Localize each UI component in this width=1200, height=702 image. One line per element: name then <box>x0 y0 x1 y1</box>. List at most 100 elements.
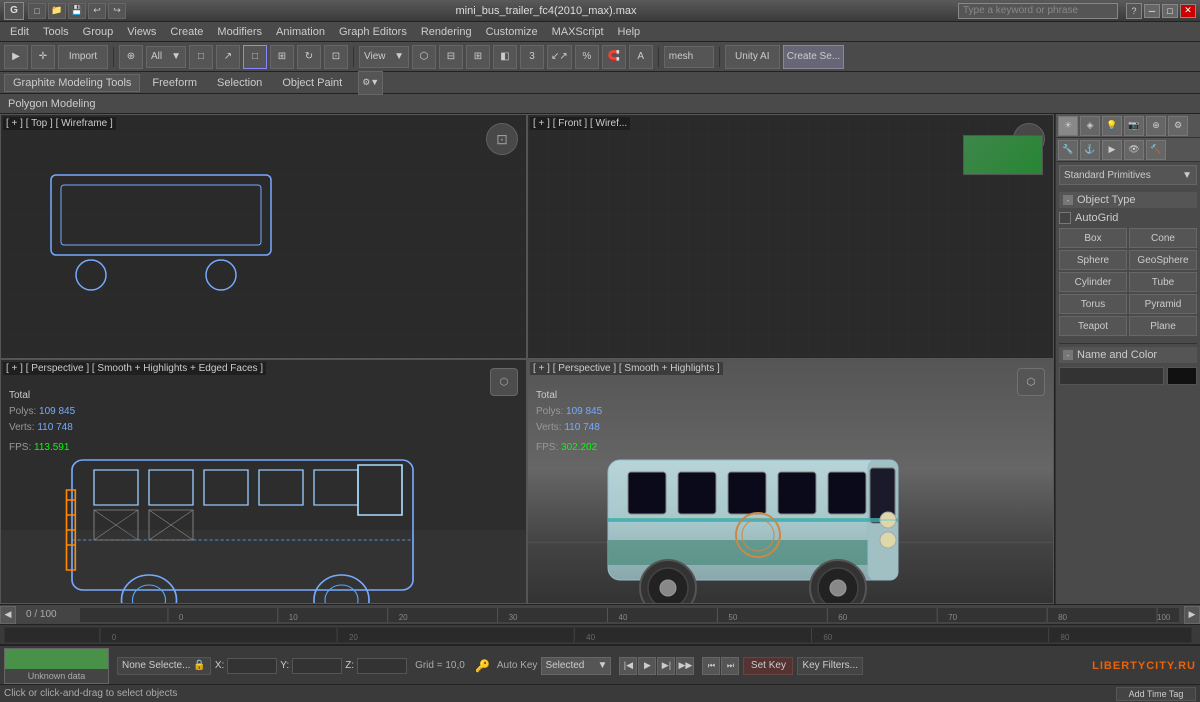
name-input[interactable] <box>1059 367 1164 385</box>
pb-extra-1[interactable]: ⏮ <box>702 657 720 675</box>
name-color-collapse[interactable]: - <box>1063 350 1073 360</box>
shapes-icon[interactable]: ◈ <box>1080 116 1100 136</box>
torus-button[interactable]: Torus <box>1059 294 1127 314</box>
add-time-tag-button[interactable]: Add Time Tag <box>1116 687 1196 701</box>
menu-graph-editors[interactable]: Graph Editors <box>333 24 413 40</box>
x-input[interactable] <box>227 658 277 674</box>
graphite-tab[interactable]: Graphite Modeling Tools <box>4 74 140 92</box>
lights-icon[interactable]: 💡 <box>1102 116 1122 136</box>
pyramid-button[interactable]: Pyramid <box>1129 294 1197 314</box>
z-input[interactable] <box>357 658 407 674</box>
snap-icon[interactable]: ⊕ <box>119 45 143 69</box>
play-forward-btn[interactable]: ▶| <box>657 657 675 675</box>
autogrid-checkbox[interactable] <box>1059 212 1071 224</box>
view-dropdown[interactable]: All▼ <box>146 46 186 68</box>
selection-tab[interactable]: Selection <box>209 75 270 91</box>
y-input[interactable] <box>292 658 342 674</box>
helpers-icon[interactable]: ⊕ <box>1146 116 1166 136</box>
menu-create[interactable]: Create <box>164 24 209 40</box>
tube-button[interactable]: Tube <box>1129 272 1197 292</box>
select-tool[interactable]: ▶ <box>4 45 28 69</box>
timeline-track[interactable]: 0 10 20 30 40 50 60 70 80 100 <box>79 607 1180 623</box>
pb-extra-2[interactable]: ⏭ <box>721 657 739 675</box>
motion-icon[interactable]: ▶ <box>1102 140 1122 160</box>
utilities-icon[interactable]: 🔨 <box>1146 140 1166 160</box>
maximize-button[interactable]: □ <box>1162 4 1178 18</box>
menu-customize[interactable]: Customize <box>480 24 544 40</box>
selection-tool[interactable]: □ <box>189 45 213 69</box>
more-tools-icon[interactable]: ⚙▼ <box>358 71 383 95</box>
rect-select[interactable]: □ <box>243 45 267 69</box>
viewport-bottom-left[interactable]: [ + ] [ Perspective ] [ Smooth + Highlig… <box>0 359 527 604</box>
viewport-bottom-right[interactable]: [ + ] [ Perspective ] [ Smooth + Highlig… <box>527 359 1054 604</box>
mesh-dropdown[interactable]: mesh <box>664 46 714 68</box>
camera-icon[interactable]: ⬡ <box>412 45 436 69</box>
timeline-next[interactable]: ▶ <box>1184 606 1200 624</box>
cylinder-button[interactable]: Cylinder <box>1059 272 1127 292</box>
import-button[interactable]: Import <box>58 45 108 69</box>
unity-button[interactable]: Unity AI <box>725 45 780 69</box>
object-paint-tab[interactable]: Object Paint <box>274 75 350 91</box>
systems-icon[interactable]: ⚙ <box>1168 116 1188 136</box>
timeline-prev[interactable]: ◀ <box>0 606 16 624</box>
undo-icon[interactable]: ↩ <box>88 3 106 19</box>
prev-frame-btn[interactable]: |◀ <box>619 657 637 675</box>
next-frame-btn[interactable]: ▶▶ <box>676 657 694 675</box>
menu-edit[interactable]: Edit <box>4 24 35 40</box>
key-filters-button[interactable]: Key Filters... <box>797 657 863 675</box>
viewport-top-right[interactable]: [ + ] [ Front ] [ Wiref... ⊡ <box>527 114 1054 359</box>
display2-icon[interactable]: 👁 <box>1124 140 1144 160</box>
play-btn[interactable]: ▶ <box>638 657 656 675</box>
render-icon[interactable]: ◧ <box>493 45 517 69</box>
redo-icon[interactable]: ↪ <box>108 3 126 19</box>
scale-tool[interactable]: ⊡ <box>324 45 348 69</box>
menu-tools[interactable]: Tools <box>37 24 75 40</box>
sphere-button[interactable]: Sphere <box>1059 250 1127 270</box>
percent-icon[interactable]: % <box>575 45 599 69</box>
move-tool2[interactable]: ⊞ <box>270 45 294 69</box>
new-icon[interactable]: □ <box>28 3 46 19</box>
box-button[interactable]: Box <box>1059 228 1127 248</box>
select-tool2[interactable]: ↗ <box>216 45 240 69</box>
selected-dropdown[interactable]: Selected▼ <box>541 657 611 675</box>
menu-views[interactable]: Views <box>121 24 162 40</box>
viewport-top-left[interactable]: [ + ] [ Top ] [ Wireframe ] ⊡ <box>0 114 527 359</box>
menu-modifiers[interactable]: Modifiers <box>211 24 268 40</box>
color-swatch[interactable] <box>1167 367 1197 385</box>
freeform-tab[interactable]: Freeform <box>144 75 205 91</box>
open-icon[interactable]: 📁 <box>48 3 66 19</box>
set-key-button[interactable]: Set Key <box>743 657 793 675</box>
text-icon[interactable]: A <box>629 45 653 69</box>
menu-animation[interactable]: Animation <box>270 24 331 40</box>
display-icon[interactable]: ☀ <box>1058 116 1078 136</box>
cone-button[interactable]: Cone <box>1129 228 1197 248</box>
timeline-track-2[interactable]: 0 20 40 60 80 <box>4 627 1192 643</box>
rotate-tool[interactable]: ↻ <box>297 45 321 69</box>
modify-icon[interactable]: 🔧 <box>1058 140 1078 160</box>
align-icon[interactable]: ⊟ <box>439 45 463 69</box>
plane-button[interactable]: Plane <box>1129 316 1197 336</box>
menu-group[interactable]: Group <box>77 24 120 40</box>
menu-rendering[interactable]: Rendering <box>415 24 478 40</box>
help-icon[interactable]: ? <box>1126 3 1142 19</box>
cameras-icon[interactable]: 📷 <box>1124 116 1144 136</box>
close-button[interactable]: ✕ <box>1180 4 1196 18</box>
snap3d-icon[interactable]: ↙↗ <box>547 45 572 69</box>
search-box[interactable]: Type a keyword or phrase <box>958 3 1118 19</box>
snap2d-icon[interactable]: 3 <box>520 45 544 69</box>
create-sel-button[interactable]: Create Se... <box>783 45 844 69</box>
mirror-icon[interactable]: ⊞ <box>466 45 490 69</box>
view-dropdown2[interactable]: View▼ <box>359 46 409 68</box>
magnet-icon[interactable]: 🧲 <box>602 45 626 69</box>
collapse-btn[interactable]: - <box>1063 195 1073 205</box>
menu-help[interactable]: Help <box>612 24 647 40</box>
hierarchy-icon[interactable]: ⚓ <box>1080 140 1100 160</box>
move-tool[interactable]: ✛ <box>31 45 55 69</box>
geosphere-button[interactable]: GeoSphere <box>1129 250 1197 270</box>
primitives-dropdown[interactable]: Standard Primitives ▼ <box>1059 165 1197 185</box>
menu-maxscript[interactable]: MAXScript <box>546 24 610 40</box>
minimize-button[interactable]: ─ <box>1144 4 1160 18</box>
save-icon[interactable]: 💾 <box>68 3 86 19</box>
teapot-button[interactable]: Teapot <box>1059 316 1127 336</box>
select-filter[interactable]: None Selecte... 🔒 <box>117 657 211 675</box>
